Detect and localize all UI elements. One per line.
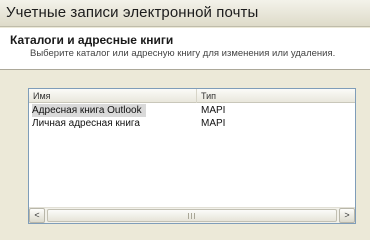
list-item-name: Адресная книга Outlook [32, 104, 146, 117]
window-title: Учетные записи электронной почты [6, 4, 259, 21]
list-item-type: MAPI [201, 118, 226, 129]
column-header-name[interactable]: Имя [29, 89, 197, 103]
column-header-type[interactable]: Тип [197, 89, 355, 103]
grip-icon [188, 213, 196, 219]
list-header: Имя Тип [29, 89, 355, 103]
chevron-left-icon: < [34, 210, 40, 220]
list-item[interactable]: Личная адресная книга MAPI [29, 117, 355, 130]
scroll-left-button[interactable]: < [29, 208, 45, 223]
section-title: Каталоги и адресные книги [10, 33, 174, 47]
horizontal-scrollbar[interactable]: < > [29, 207, 355, 223]
list-item-type: MAPI [201, 105, 226, 116]
scroll-right-button[interactable]: > [339, 208, 355, 223]
scrollbar-thumb[interactable] [47, 209, 337, 222]
chevron-right-icon: > [344, 210, 350, 220]
window-title-bar: Учетные записи электронной почты [0, 0, 370, 27]
list-item[interactable]: Адресная книга Outlook MAPI [29, 104, 355, 117]
section-header: Каталоги и адресные книги Выберите катал… [0, 28, 370, 70]
section-description: Выберите каталог или адресную книгу для … [30, 48, 336, 59]
list-item-name: Личная адресная книга [32, 118, 140, 129]
address-book-list[interactable]: Имя Тип Адресная книга Outlook MAPI Личн… [28, 88, 356, 224]
